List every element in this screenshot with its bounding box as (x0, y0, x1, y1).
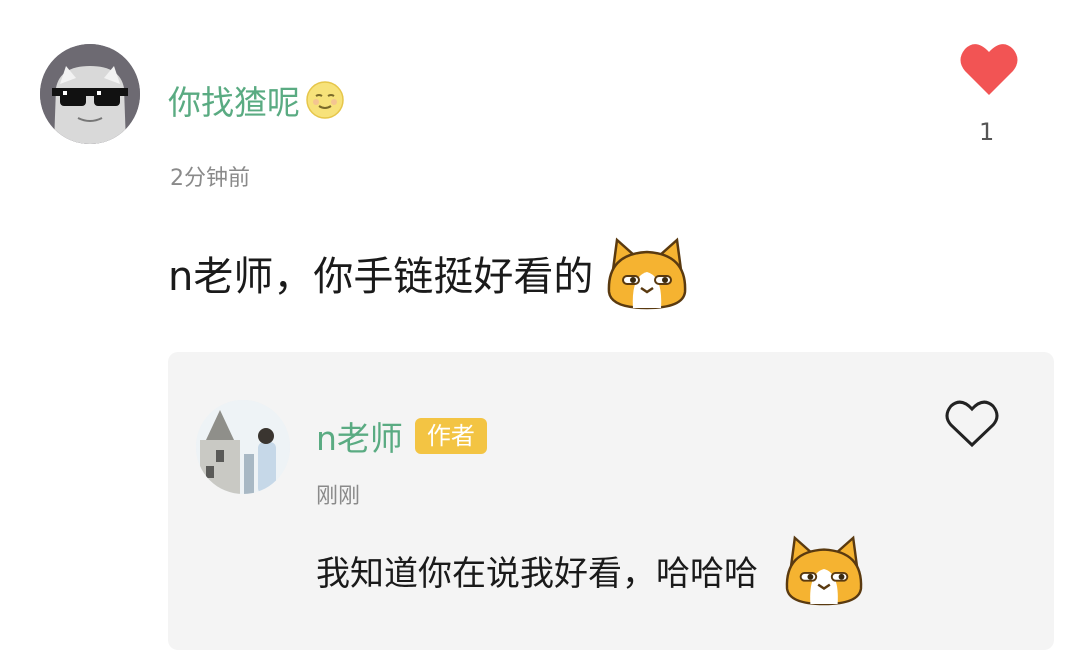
smiling-moon-face-icon (306, 81, 344, 119)
reply-text: 我知道你在说我好看，哈哈哈 (316, 553, 758, 594)
comment-text: n老师，你手链挺好看的 (168, 254, 594, 300)
commenter-name-text[interactable]: 你找猹呢 (168, 76, 300, 124)
reply-timestamp: 刚刚 (316, 484, 361, 509)
heart-outline-icon[interactable] (944, 398, 1000, 448)
comment-timestamp: 2分钟前 (170, 166, 250, 191)
shiba-cat-sticker (608, 237, 687, 310)
comment-item: 你找猹呢 2分钟前 1 n老师，你手链挺好看的 n老师 作者 刚刚 我知道你在说… (0, 0, 1080, 652)
commenter-username[interactable]: 你找猹呢 (168, 76, 346, 124)
reply-author-name[interactable]: n老师 作者 (316, 412, 487, 460)
heart-icon[interactable] (958, 40, 1020, 98)
like-count: 1 (979, 118, 995, 146)
reply-author-avatar[interactable] (196, 400, 290, 494)
shiba-cat-sticker (785, 535, 863, 606)
comment-content: n老师，你手链挺好看的 (168, 236, 691, 310)
reply-content: 我知道你在说我好看，哈哈哈 (316, 534, 868, 606)
commenter-avatar[interactable] (40, 44, 140, 144)
reply-author-name-text[interactable]: n老师 (316, 412, 403, 460)
author-badge: 作者 (414, 418, 487, 454)
